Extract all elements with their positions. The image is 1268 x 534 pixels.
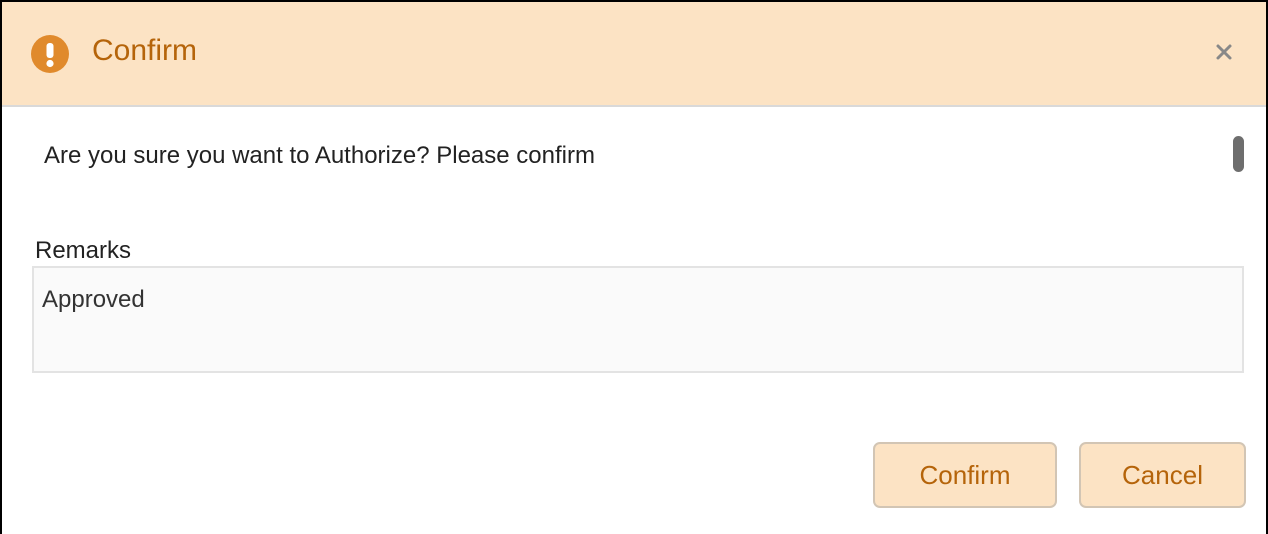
confirm-message: Are you sure you want to Authorize? Plea… — [44, 142, 595, 169]
exclamation-icon — [31, 35, 69, 73]
cancel-button[interactable]: Cancel — [1079, 442, 1246, 508]
close-icon[interactable] — [1210, 38, 1238, 66]
confirm-button[interactable]: Confirm — [873, 442, 1057, 508]
remarks-input[interactable]: Approved — [32, 266, 1244, 373]
dialog-header: Confirm — [2, 2, 1266, 107]
confirm-dialog: Confirm Are you sure you want to Authori… — [0, 0, 1268, 534]
dialog-title: Confirm — [92, 34, 198, 67]
remarks-label: Remarks — [35, 237, 132, 264]
scrollbar-thumb[interactable] — [1233, 136, 1244, 172]
